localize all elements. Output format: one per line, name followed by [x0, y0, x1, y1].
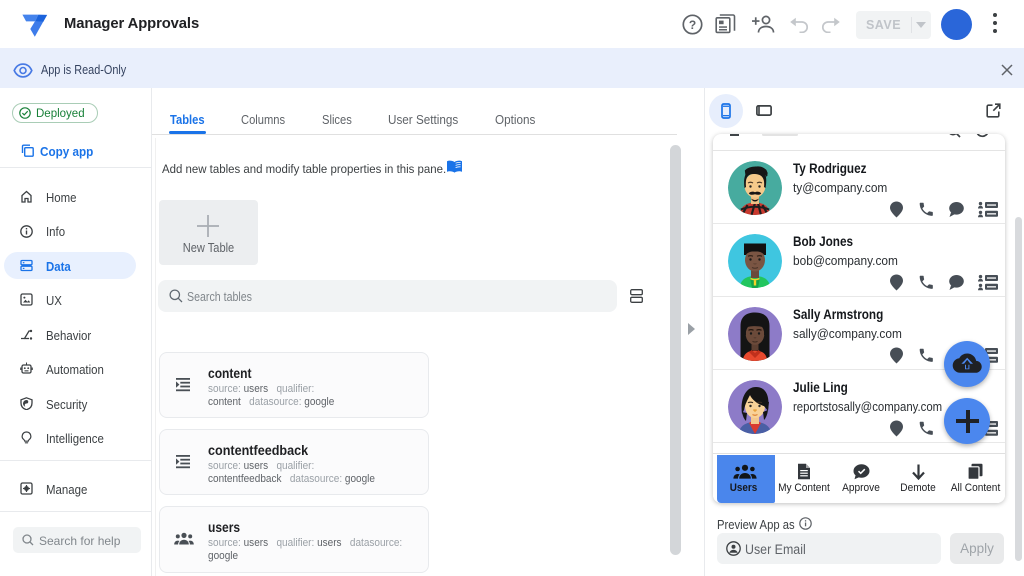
svg-text:?: ?	[689, 18, 696, 32]
